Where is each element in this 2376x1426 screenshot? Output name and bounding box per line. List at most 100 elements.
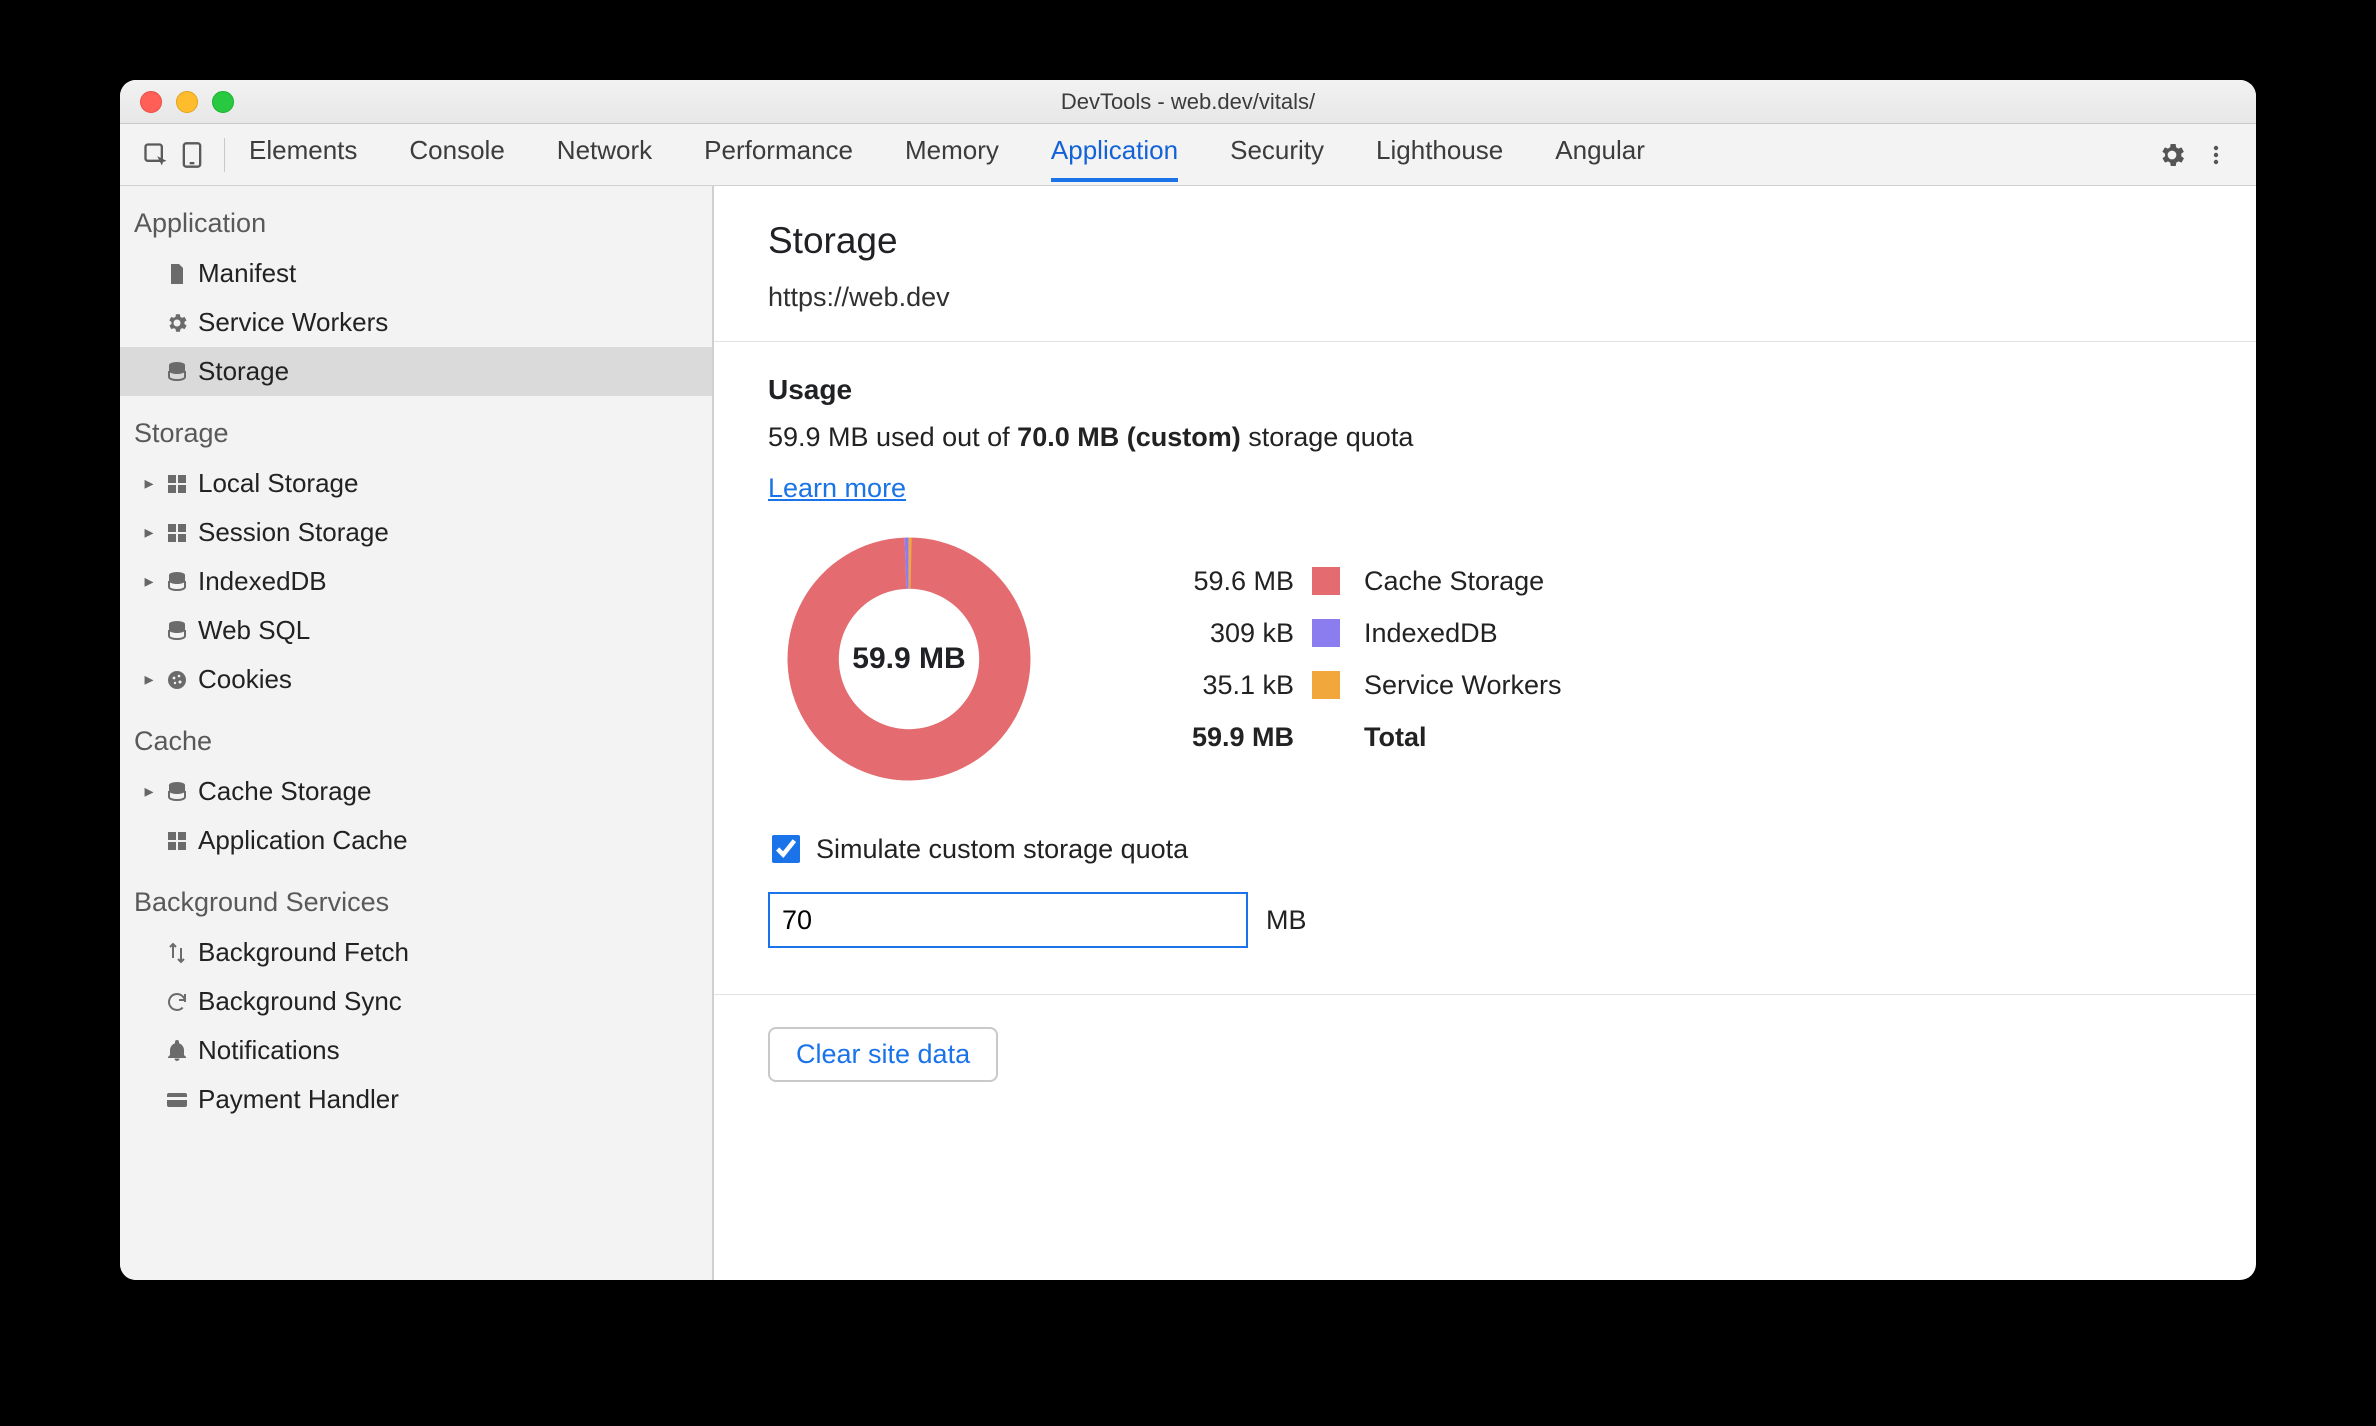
learn-more-link[interactable]: Learn more	[768, 473, 906, 504]
grid-icon	[160, 521, 194, 545]
panel-header: Storage https://web.dev	[714, 186, 2256, 342]
sidebar-item-session-storage[interactable]: ▸Session Storage	[120, 508, 712, 557]
application-sidebar: ApplicationManifestService WorkersStorag…	[120, 186, 714, 1280]
sidebar-item-local-storage[interactable]: ▸ Local Storage	[120, 459, 712, 508]
simulate-quota-label: Simulate custom storage quota	[816, 834, 1188, 865]
sidebar-item-label: Service Workers	[198, 307, 388, 338]
devtools-window: DevTools - web.dev/vitals/ Elements Conso…	[120, 80, 2256, 1280]
sidebar-item-background-fetch[interactable]: Background Fetch	[120, 928, 712, 977]
bell-icon	[160, 1039, 194, 1063]
sidebar-item-background-sync[interactable]: Background Sync	[120, 977, 712, 1026]
clear-site-data-button[interactable]: Clear site data	[768, 1027, 998, 1082]
usage-suffix: storage quota	[1241, 422, 1414, 452]
expand-caret-icon[interactable]: ▸	[138, 522, 160, 543]
legend-size: 35.1 kB	[1142, 670, 1294, 701]
legend-label: Cache Storage	[1364, 566, 1544, 597]
usage-summary: 59.9 MB used out of 70.0 MB (custom) sto…	[768, 422, 2202, 453]
sidebar-item-storage[interactable]: Storage	[120, 347, 712, 396]
expand-caret-icon[interactable]: ▸	[138, 473, 160, 494]
tab-memory[interactable]: Memory	[905, 127, 999, 182]
sidebar-item-notifications[interactable]: Notifications	[120, 1026, 712, 1075]
panel-title: Storage	[768, 220, 2202, 262]
sidebar-item-payment-handler[interactable]: Payment Handler	[120, 1075, 712, 1124]
tab-console[interactable]: Console	[409, 127, 504, 182]
donut-center-label: 59.9 MB	[774, 524, 1044, 794]
sidebar-item-label: Cookies	[198, 664, 292, 695]
grid-icon	[160, 829, 194, 853]
window-title: DevTools - web.dev/vitals/	[1061, 89, 1315, 115]
sidebar-item-label: Background Sync	[198, 986, 402, 1017]
legend-swatch	[1312, 671, 1340, 699]
tab-performance[interactable]: Performance	[704, 127, 853, 182]
sidebar-item-cache-storage[interactable]: ▸ Cache Storage	[120, 767, 712, 816]
sidebar-item-manifest[interactable]: Manifest	[120, 249, 712, 298]
sidebar-item-label: Payment Handler	[198, 1084, 399, 1115]
devtools-tabbar: Elements Console Network Performance Memory A…	[120, 124, 2256, 186]
sidebar-item-label: Cache Storage	[198, 776, 371, 807]
tab-network[interactable]: Network	[557, 127, 652, 182]
clear-section: Clear site data	[714, 995, 2256, 1114]
usage-prefix: 59.9 MB used out of	[768, 422, 1017, 452]
legend-size: 309 kB	[1142, 618, 1294, 649]
file-icon	[160, 262, 194, 286]
sync-icon	[160, 990, 194, 1014]
sidebar-item-cookies[interactable]: ▸ Cookies	[120, 655, 712, 704]
legend-row-service-workers: 35.1 kBService Workers	[1142, 659, 1562, 711]
sidebar-item-indexeddb[interactable]: ▸ IndexedDB	[120, 557, 712, 606]
database-icon	[160, 360, 194, 384]
sidebar-item-application-cache[interactable]: Application Cache	[120, 816, 712, 865]
database-icon	[160, 619, 194, 643]
tab-security[interactable]: Security	[1230, 127, 1324, 182]
quota-input[interactable]	[768, 892, 1248, 948]
quota-row: MB	[768, 892, 2202, 948]
legend-swatch	[1312, 567, 1340, 595]
sidebar-item-service-workers[interactable]: Service Workers	[120, 298, 712, 347]
traffic-lights	[140, 91, 234, 113]
panel-origin: https://web.dev	[768, 282, 2202, 313]
legend-size: 59.6 MB	[1142, 566, 1294, 597]
usage-legend: 59.6 MB Cache Storage 309 kB IndexedDB 35.1 …	[1142, 555, 1562, 763]
sidebar-item-label: Notifications	[198, 1035, 340, 1066]
usage-donut-chart: 59.9 MB	[774, 524, 1044, 794]
toolbar-divider	[224, 138, 225, 172]
legend-label: IndexedDB	[1364, 618, 1498, 649]
device-toolbar-icon[interactable]	[174, 137, 210, 173]
usage-section: Usage 59.9 MB used out of 70.0 MB (custo…	[714, 342, 2256, 995]
expand-caret-icon[interactable]: ▸	[138, 669, 160, 690]
arrows-icon	[160, 941, 194, 965]
sidebar-item-label: Local Storage	[198, 468, 358, 499]
gear-icon	[160, 311, 194, 335]
sidebar-item-label: IndexedDB	[198, 566, 327, 597]
sidebar-group-cache: Cache	[120, 704, 712, 767]
sidebar-item-label: Storage	[198, 356, 289, 387]
database-icon	[160, 570, 194, 594]
grid-icon	[160, 472, 194, 496]
minimize-window-button[interactable]	[176, 91, 198, 113]
close-window-button[interactable]	[140, 91, 162, 113]
legend-row-cache-storage: 59.6 MB Cache Storage	[1142, 555, 1562, 607]
tab-elements[interactable]: Elements	[249, 127, 357, 182]
legend-row-total: 59.9 MBTotal	[1142, 711, 1562, 763]
sidebar-item-label: Manifest	[198, 258, 296, 289]
zoom-window-button[interactable]	[212, 91, 234, 113]
inspect-element-icon[interactable]	[138, 137, 174, 173]
window-titlebar: DevTools - web.dev/vitals/	[120, 80, 2256, 124]
sidebar-group-background-services: Background Services	[120, 865, 712, 928]
sidebar-item-label: Application Cache	[198, 825, 408, 856]
cookie-icon	[160, 668, 194, 692]
card-icon	[160, 1088, 194, 1112]
sidebar-item-web-sql[interactable]: Web SQL	[120, 606, 712, 655]
storage-panel: Storage https://web.dev Usage 59.9 MB us…	[714, 186, 2256, 1280]
sidebar-item-label: Web SQL	[198, 615, 310, 646]
simulate-quota-row[interactable]: Simulate custom storage quota	[768, 832, 2202, 866]
legend-row-indexeddb: 309 kB IndexedDB	[1142, 607, 1562, 659]
settings-gear-icon[interactable]	[2150, 133, 2194, 177]
expand-caret-icon[interactable]: ▸	[138, 781, 160, 802]
database-icon	[160, 780, 194, 804]
tab-lighthouse[interactable]: Lighthouse	[1376, 127, 1503, 182]
tab-application[interactable]: Application	[1051, 127, 1178, 182]
simulate-quota-checkbox[interactable]	[772, 835, 800, 863]
more-options-icon[interactable]	[2194, 133, 2238, 177]
expand-caret-icon[interactable]: ▸	[138, 571, 160, 592]
tab-angular[interactable]: Angular	[1555, 127, 1645, 182]
